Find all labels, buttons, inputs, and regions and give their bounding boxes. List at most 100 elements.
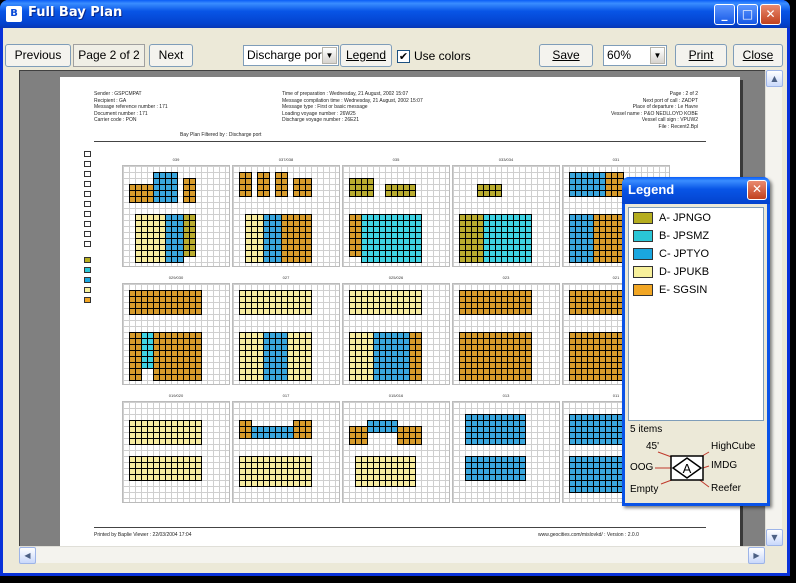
container-block <box>275 172 288 197</box>
previous-button[interactable]: Previous <box>5 44 71 67</box>
chevron-down-icon: ▼ <box>650 47 665 64</box>
bay-label: 015/016 <box>388 393 404 398</box>
side-key-box <box>84 211 91 217</box>
container-block <box>129 184 154 203</box>
window-titlebar[interactable]: B Full Bay Plan _ □ ✕ <box>0 0 790 28</box>
bay-panel: 039 <box>122 157 230 267</box>
bay-grid <box>232 283 340 385</box>
legend-item[interactable]: A- JPNGO <box>633 212 761 226</box>
bay-grid <box>122 165 230 267</box>
side-key-box <box>84 191 91 197</box>
toolbar: Previous Page 2 of 2 Next Discharge port… <box>3 28 793 68</box>
container-block <box>153 332 202 381</box>
legend-item-label: B- JPSMZ <box>659 230 710 242</box>
container-block <box>287 332 312 381</box>
save-label: Save <box>552 48 580 62</box>
legend-swatch <box>633 284 653 296</box>
container-block <box>239 332 264 381</box>
use-colors-checkbox[interactable]: ✔ <box>397 50 410 63</box>
legend-item[interactable]: D- JPUKB <box>633 266 761 280</box>
header-divider <box>94 141 706 142</box>
container-block <box>459 290 532 315</box>
legend-button[interactable]: Legend <box>340 44 392 67</box>
bay-grid <box>342 283 450 385</box>
next-label: Next <box>158 48 184 62</box>
legend-window: Legend ✕ A- JPNGO B- JPSMZ C- JPTYO D- J… <box>622 177 770 506</box>
legend-close-button[interactable]: ✕ <box>747 180 767 200</box>
container-symbol-icon: A <box>655 451 710 488</box>
legend-swatch <box>633 212 653 224</box>
close-window-button[interactable]: ✕ <box>760 4 781 25</box>
bay-grid <box>122 283 230 385</box>
side-key <box>84 151 100 307</box>
bay-label: 037/038 <box>278 157 294 162</box>
container-block <box>385 184 416 197</box>
legend-swatch <box>633 248 653 260</box>
container-block <box>477 184 502 197</box>
scroll-right-icon[interactable]: ▶ <box>748 547 765 564</box>
footer-website: www.geocities.com/mislovkd/ : Version : … <box>538 532 639 538</box>
minimize-button[interactable]: _ <box>714 4 735 25</box>
zoom-select[interactable]: 60% ▼ <box>603 45 667 66</box>
container-block <box>459 332 532 381</box>
bay-panel: 027 <box>232 275 340 385</box>
bay-label: 035 <box>392 157 400 162</box>
container-block <box>183 178 196 203</box>
bay-grid <box>342 165 450 267</box>
bay-label: 013 <box>502 393 510 398</box>
container-block <box>367 420 398 433</box>
legend-list[interactable]: A- JPNGO B- JPSMZ C- JPTYO D- JPUKB E- S… <box>628 207 764 421</box>
container-block <box>183 214 196 257</box>
side-key-color-chip <box>84 277 91 283</box>
container-block <box>361 214 422 263</box>
bay-grid <box>122 401 230 503</box>
print-button[interactable]: Print <box>675 44 727 67</box>
side-key-color-chip <box>84 297 91 303</box>
side-key-box <box>84 201 91 207</box>
bay-label: 025/026 <box>388 275 404 280</box>
container-block <box>239 456 312 487</box>
legend-item[interactable]: B- JPSMZ <box>633 230 761 244</box>
symbol-letter: A <box>683 461 692 476</box>
container-block <box>349 426 368 445</box>
discharge-port-select[interactable]: Discharge port ▼ <box>243 45 339 66</box>
bay-panel: 029/030 <box>122 275 230 385</box>
container-block <box>483 214 532 263</box>
scroll-down-icon[interactable]: ▼ <box>766 529 783 546</box>
footer-printed-by: Printed by Baplie Viewer : 22/03/2004 17… <box>94 532 192 538</box>
scroll-up-icon[interactable]: ▲ <box>766 70 783 87</box>
container-block <box>459 214 484 263</box>
container-block <box>349 332 374 381</box>
next-button[interactable]: Next <box>149 44 193 67</box>
bay-grid <box>452 283 560 385</box>
legend-button-label: Legend <box>345 48 387 62</box>
container-block <box>263 332 288 381</box>
side-key-color-chip <box>84 267 91 273</box>
side-key-box <box>84 171 91 177</box>
legend-titlebar[interactable]: Legend ✕ <box>622 177 770 204</box>
bay-grid <box>342 401 450 503</box>
legend-item[interactable]: C- JPTYO <box>633 248 761 262</box>
side-key-box <box>84 151 91 157</box>
close-label: Close <box>742 48 774 62</box>
container-block <box>239 172 252 197</box>
maximize-button[interactable]: □ <box>737 4 758 25</box>
side-key-color-chip <box>84 257 91 263</box>
horizontal-scrollbar[interactable]: ◀ ▶ <box>19 546 765 564</box>
container-block <box>293 178 312 197</box>
header-vessel-block: Page : 2 of 2 Next port of call : ZADPT … <box>611 91 698 130</box>
close-button[interactable]: Close <box>733 44 783 67</box>
container-block <box>465 456 526 481</box>
container-block <box>355 456 416 487</box>
bay-label: 033/034 <box>498 157 514 162</box>
save-button[interactable]: Save <box>539 44 593 67</box>
print-label: Print <box>688 48 714 62</box>
scroll-left-icon[interactable]: ◀ <box>19 547 36 564</box>
container-block <box>239 290 312 315</box>
legend-item[interactable]: E- SGSIN <box>633 284 761 298</box>
legend-item-label: C- JPTYO <box>659 248 710 260</box>
bay-panel: 017 <box>232 393 340 503</box>
bay-label: 031 <box>612 157 620 162</box>
legend-swatch <box>633 266 653 278</box>
bay-panel: 025/026 <box>342 275 450 385</box>
